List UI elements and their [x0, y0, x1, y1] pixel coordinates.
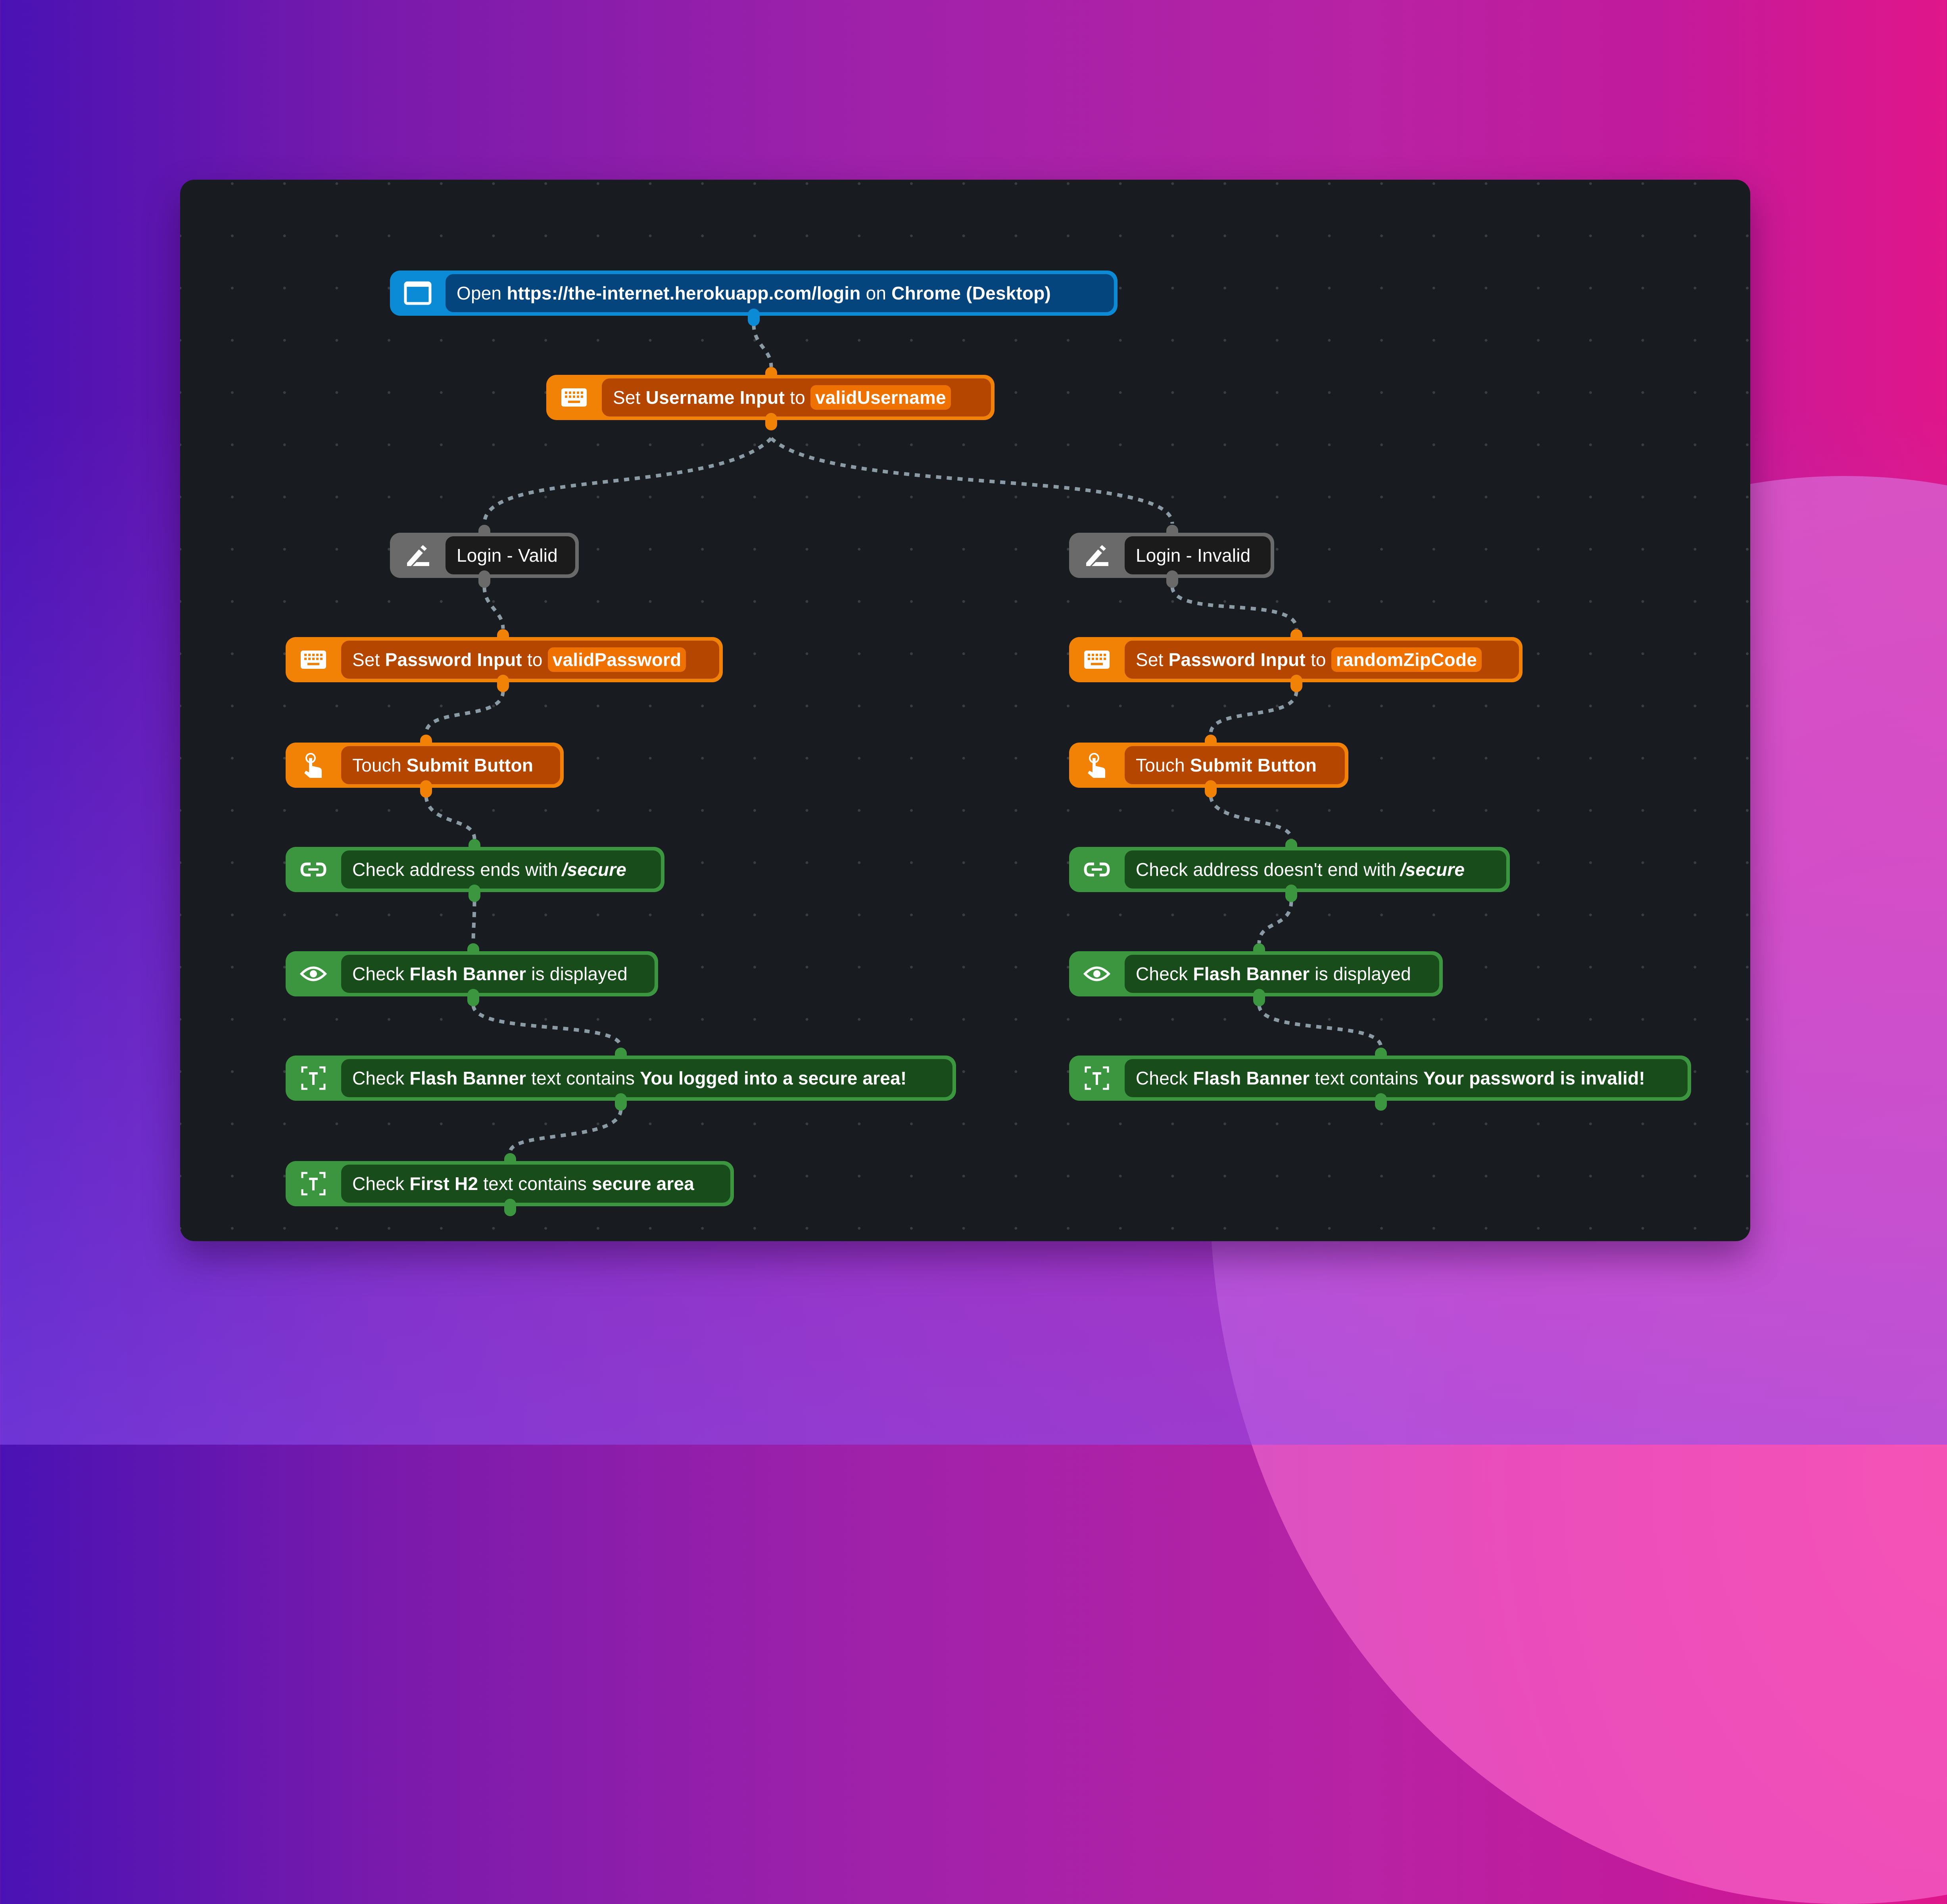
step-text: Check Flash Banner text contains You log… — [341, 1059, 952, 1097]
element-name: Flash Banner — [1193, 1068, 1310, 1088]
element-name: Flash Banner — [1193, 964, 1310, 984]
touch-hand-icon — [1069, 746, 1125, 784]
output-port[interactable] — [1285, 885, 1297, 902]
output-port[interactable] — [748, 309, 760, 326]
keyboard-icon — [286, 641, 341, 679]
element-name: Submit Button — [1190, 755, 1317, 775]
step-text: Check Flash Banner is displayed — [341, 955, 655, 993]
address-value: /secure — [1400, 859, 1465, 880]
output-port[interactable] — [497, 675, 509, 692]
browser-target: Chrome (Desktop) — [891, 283, 1051, 303]
step-text: Touch Submit Button — [1125, 746, 1345, 784]
group-label: Login - Valid — [445, 536, 575, 574]
step-text: Open https://the-internet.herokuapp.com/… — [445, 274, 1114, 312]
text-scan-icon — [286, 1165, 341, 1203]
step-text: Touch Submit Button — [341, 746, 560, 784]
element-name: Submit Button — [406, 755, 534, 775]
step-text: Set Username Input to validUsername — [602, 378, 991, 416]
browser-window-icon — [390, 274, 445, 312]
output-port[interactable] — [467, 989, 479, 1006]
step-text: Check First H2 text contains secure area — [341, 1165, 730, 1203]
text-scan-icon — [1069, 1059, 1125, 1097]
variable-chip[interactable]: randomZipCode — [1331, 647, 1482, 672]
step-text: Check address ends with /secure — [341, 850, 661, 889]
output-port[interactable] — [469, 885, 480, 902]
output-port[interactable] — [504, 1199, 516, 1216]
url-value: https://the-internet.herokuapp.com/login — [507, 283, 861, 303]
element-name: Username Input — [645, 387, 785, 408]
step-text: Check address doesn't end with /secure — [1125, 850, 1506, 889]
text-scan-icon — [286, 1059, 341, 1097]
output-port[interactable] — [1375, 1093, 1387, 1111]
expected-text: secure area — [592, 1173, 695, 1194]
output-port[interactable] — [1205, 780, 1217, 798]
element-name: Flash Banner — [409, 964, 526, 984]
step-text: Set Password Input to randomZipCode — [1125, 641, 1519, 679]
keyboard-icon — [1069, 641, 1125, 679]
output-port[interactable] — [765, 413, 777, 430]
edit-pencil-icon — [1069, 536, 1125, 574]
eye-icon — [1069, 955, 1125, 993]
element-name: First H2 — [409, 1173, 478, 1194]
expected-text: You logged into a secure area! — [640, 1068, 907, 1088]
address-value: /secure — [562, 859, 627, 880]
step-text: Set Password Input to validPassword — [341, 641, 719, 679]
element-name: Password Input — [385, 649, 522, 670]
variable-chip[interactable]: validUsername — [810, 385, 951, 410]
output-port[interactable] — [1290, 675, 1302, 692]
element-name: Flash Banner — [409, 1068, 526, 1088]
link-icon — [286, 850, 341, 889]
output-port[interactable] — [478, 570, 490, 588]
variable-chip[interactable]: validPassword — [547, 647, 686, 672]
touch-hand-icon — [286, 746, 341, 784]
output-port[interactable] — [420, 780, 432, 798]
element-name: Password Input — [1168, 649, 1306, 670]
group-label: Login - Invalid — [1125, 536, 1271, 574]
eye-icon — [286, 955, 341, 993]
output-port[interactable] — [1253, 989, 1265, 1006]
keyboard-icon — [546, 378, 602, 416]
step-text: Check Flash Banner is displayed — [1125, 955, 1439, 993]
output-port[interactable] — [1166, 570, 1178, 588]
output-port[interactable] — [615, 1093, 627, 1111]
step-text: Check Flash Banner text contains Your pa… — [1125, 1059, 1688, 1097]
edit-pencil-icon — [390, 536, 445, 574]
link-icon — [1069, 850, 1125, 889]
expected-text: Your password is invalid! — [1423, 1068, 1645, 1088]
